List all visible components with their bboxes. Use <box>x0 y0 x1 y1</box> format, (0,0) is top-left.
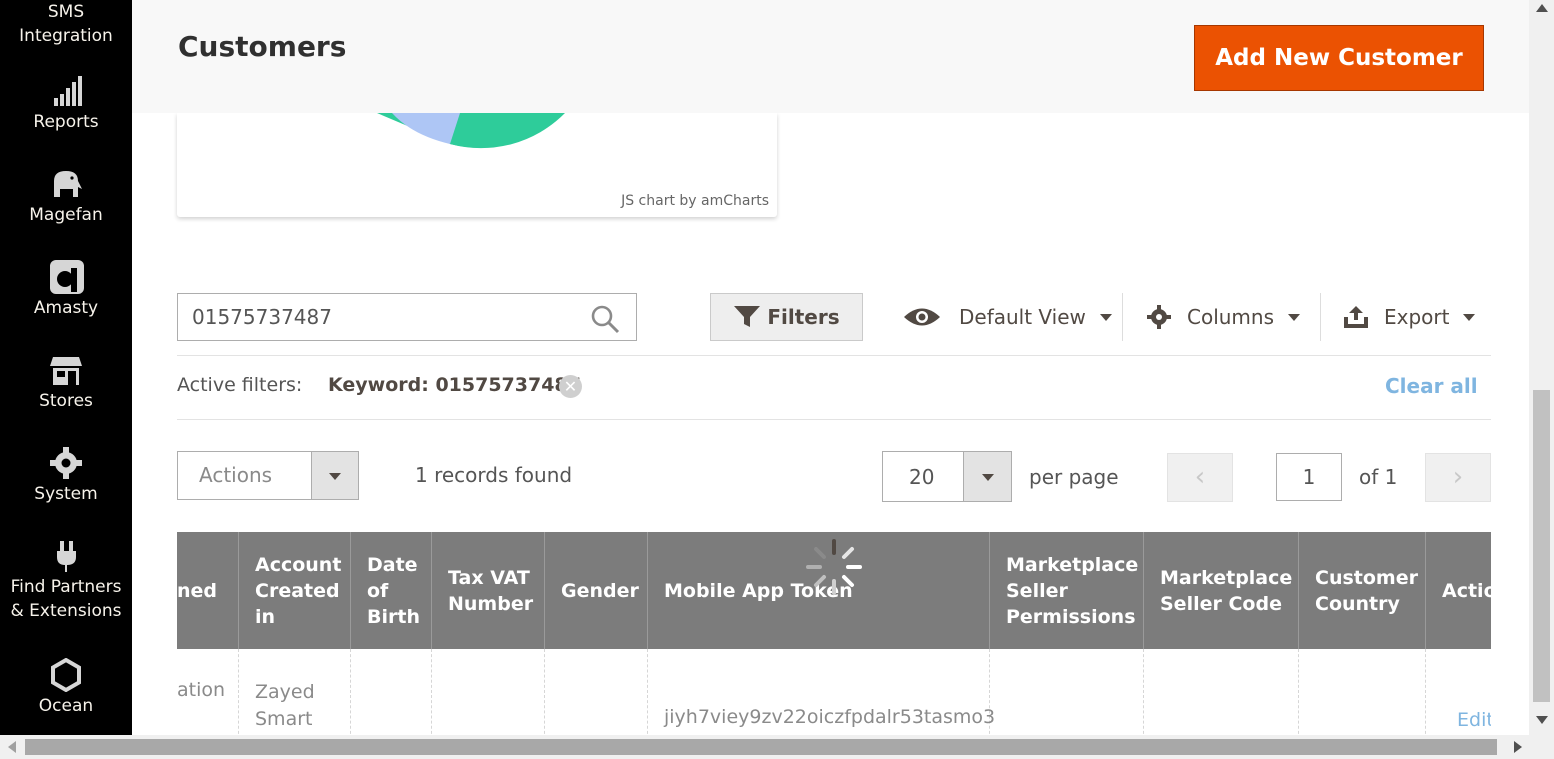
sidebar-item-stores[interactable]: Stores <box>0 353 132 413</box>
page-title: Customers <box>178 30 347 63</box>
table-cell-tax-vat <box>432 649 545 735</box>
sidebar-item-label: System <box>34 484 98 504</box>
sidebar-item-ocean[interactable]: Ocean <box>0 657 132 718</box>
per-page-label: per page <box>1029 465 1119 489</box>
keyword-search <box>177 293 637 341</box>
gear-icon <box>46 446 86 480</box>
column-header-customer-country[interactable]: Customer Country <box>1299 532 1426 649</box>
amasty-logo-icon <box>46 260 86 294</box>
storefront-icon <box>46 353 86 387</box>
scroll-up-arrow-icon[interactable] <box>1536 4 1548 12</box>
filters-label: Filters <box>767 305 840 329</box>
chevron-down-icon <box>1463 313 1476 321</box>
default-view-label: Default View <box>959 305 1086 329</box>
scroll-left-arrow-icon[interactable] <box>8 741 16 753</box>
per-page-value: 20 <box>909 465 935 489</box>
table-cell-seller-code <box>1144 649 1299 735</box>
column-header-action: Actio <box>1442 579 1491 602</box>
column-header[interactable]: ned <box>177 532 239 649</box>
horizontal-scroll-thumb[interactable] <box>25 739 1497 755</box>
scroll-right-arrow-icon[interactable] <box>1514 741 1522 753</box>
table-cell-customer-country <box>1299 649 1426 735</box>
vertical-scroll-thumb[interactable] <box>1533 390 1550 702</box>
sidebar-item-sms-integration[interactable]: SMS Integration <box>0 0 132 48</box>
upload-icon <box>1344 306 1368 328</box>
sidebar-item-label: Stores <box>39 391 93 411</box>
search-icon[interactable] <box>590 304 620 334</box>
bar-chart-icon <box>46 74 86 108</box>
default-view-dropdown[interactable]: Default View <box>903 293 1112 341</box>
table-cell-seller-permissions <box>990 649 1144 735</box>
per-page-select[interactable]: 20 <box>882 451 1012 502</box>
loading-spinner-icon <box>806 539 862 595</box>
sidebar-item-system[interactable]: System <box>0 446 132 506</box>
sidebar-item-magefan[interactable]: Magefan <box>0 167 132 227</box>
admin-sidebar: SMS Integration Reports Magefan Amasty S… <box>0 0 132 735</box>
gear-icon <box>1147 305 1171 329</box>
table-cell-account-created-in: Zayed Smart <box>239 649 351 735</box>
table-cell-mobile-app-token: jiyh7viey9zv22oiczfpdalr53tasmo3 <box>648 649 995 735</box>
column-header-date-of-birth[interactable]: Date of Birth <box>351 532 432 649</box>
previous-page-button[interactable]: ‹ <box>1167 453 1233 502</box>
mass-actions-label: Actions <box>199 463 273 487</box>
remove-filter-icon[interactable]: ✕ <box>559 375 582 398</box>
chevron-down-icon <box>1099 313 1112 321</box>
sidebar-item-reports[interactable]: Reports <box>0 74 132 134</box>
elephant-icon <box>46 167 86 201</box>
scroll-down-arrow-icon[interactable] <box>1536 716 1548 724</box>
mass-actions-select[interactable]: Actions <box>177 451 359 500</box>
funnel-icon <box>734 306 761 327</box>
sidebar-item-label: Ocean <box>38 696 94 716</box>
active-filter-keyword: Keyword: 01575737487 <box>328 374 581 396</box>
plug-icon <box>46 539 86 573</box>
sidebar-item-label: Reports <box>33 112 99 132</box>
eye-icon <box>904 308 940 326</box>
column-header-account-created-in[interactable]: Account Created in <box>239 532 351 649</box>
toolbar-divider <box>1122 293 1123 341</box>
table-cell-date-of-birth <box>351 649 432 735</box>
columns-label: Columns <box>1187 305 1275 329</box>
toolbar-divider <box>1320 293 1321 341</box>
divider <box>177 355 1491 356</box>
column-header-gender[interactable]: Gender <box>545 532 648 649</box>
chart-credit-link[interactable]: JS chart by amCharts <box>621 193 769 209</box>
total-pages-label: of 1 <box>1359 465 1398 489</box>
column-header-tax-vat-number[interactable]: Tax VAT Number <box>432 532 545 649</box>
mass-actions-toggle[interactable] <box>311 452 358 499</box>
export-label: Export <box>1384 305 1450 329</box>
sidebar-item-find-partners[interactable]: Find Partners & Extensions <box>0 539 132 623</box>
active-filters-label: Active filters: <box>177 374 303 396</box>
customers-chart-card: JS chart by amCharts <box>177 113 777 217</box>
export-dropdown[interactable]: Export <box>1342 293 1476 341</box>
records-found-count: 1 records found <box>415 463 573 487</box>
next-page-button[interactable]: › <box>1425 453 1491 502</box>
per-page-toggle[interactable] <box>963 452 1011 501</box>
search-input[interactable] <box>192 304 572 330</box>
column-header-marketplace-seller-permissions[interactable]: Marketplace Seller Permissions <box>990 532 1144 649</box>
pie-slice-blue <box>392 113 460 144</box>
page-header: Customers Add New Customer <box>132 0 1529 113</box>
chevron-down-icon <box>981 473 994 481</box>
clear-all-filters-link[interactable]: Clear all <box>1385 374 1478 398</box>
current-page-input[interactable]: 1 <box>1276 453 1342 501</box>
edit-link[interactable]: Edit <box>1426 649 1491 735</box>
add-new-customer-button[interactable]: Add New Customer <box>1194 25 1484 91</box>
sidebar-item-label: Find Partners & Extensions <box>10 577 122 621</box>
column-header-marketplace-seller-code[interactable]: Marketplace Seller Code <box>1144 532 1299 649</box>
chevron-down-icon <box>329 472 341 480</box>
columns-dropdown[interactable]: Columns <box>1147 293 1301 341</box>
table-cell: ation <box>177 649 239 735</box>
hexagon-icon <box>46 657 86 693</box>
chevron-down-icon <box>1288 313 1301 321</box>
sidebar-item-label: Amasty <box>33 298 99 318</box>
sidebar-item-amasty[interactable]: Amasty <box>0 260 132 320</box>
table-cell-gender <box>545 649 648 735</box>
sidebar-item-label: Magefan <box>29 205 103 225</box>
divider <box>177 419 1491 420</box>
sidebar-item-label: SMS Integration <box>19 2 113 46</box>
filters-button[interactable]: Filters <box>710 293 863 341</box>
